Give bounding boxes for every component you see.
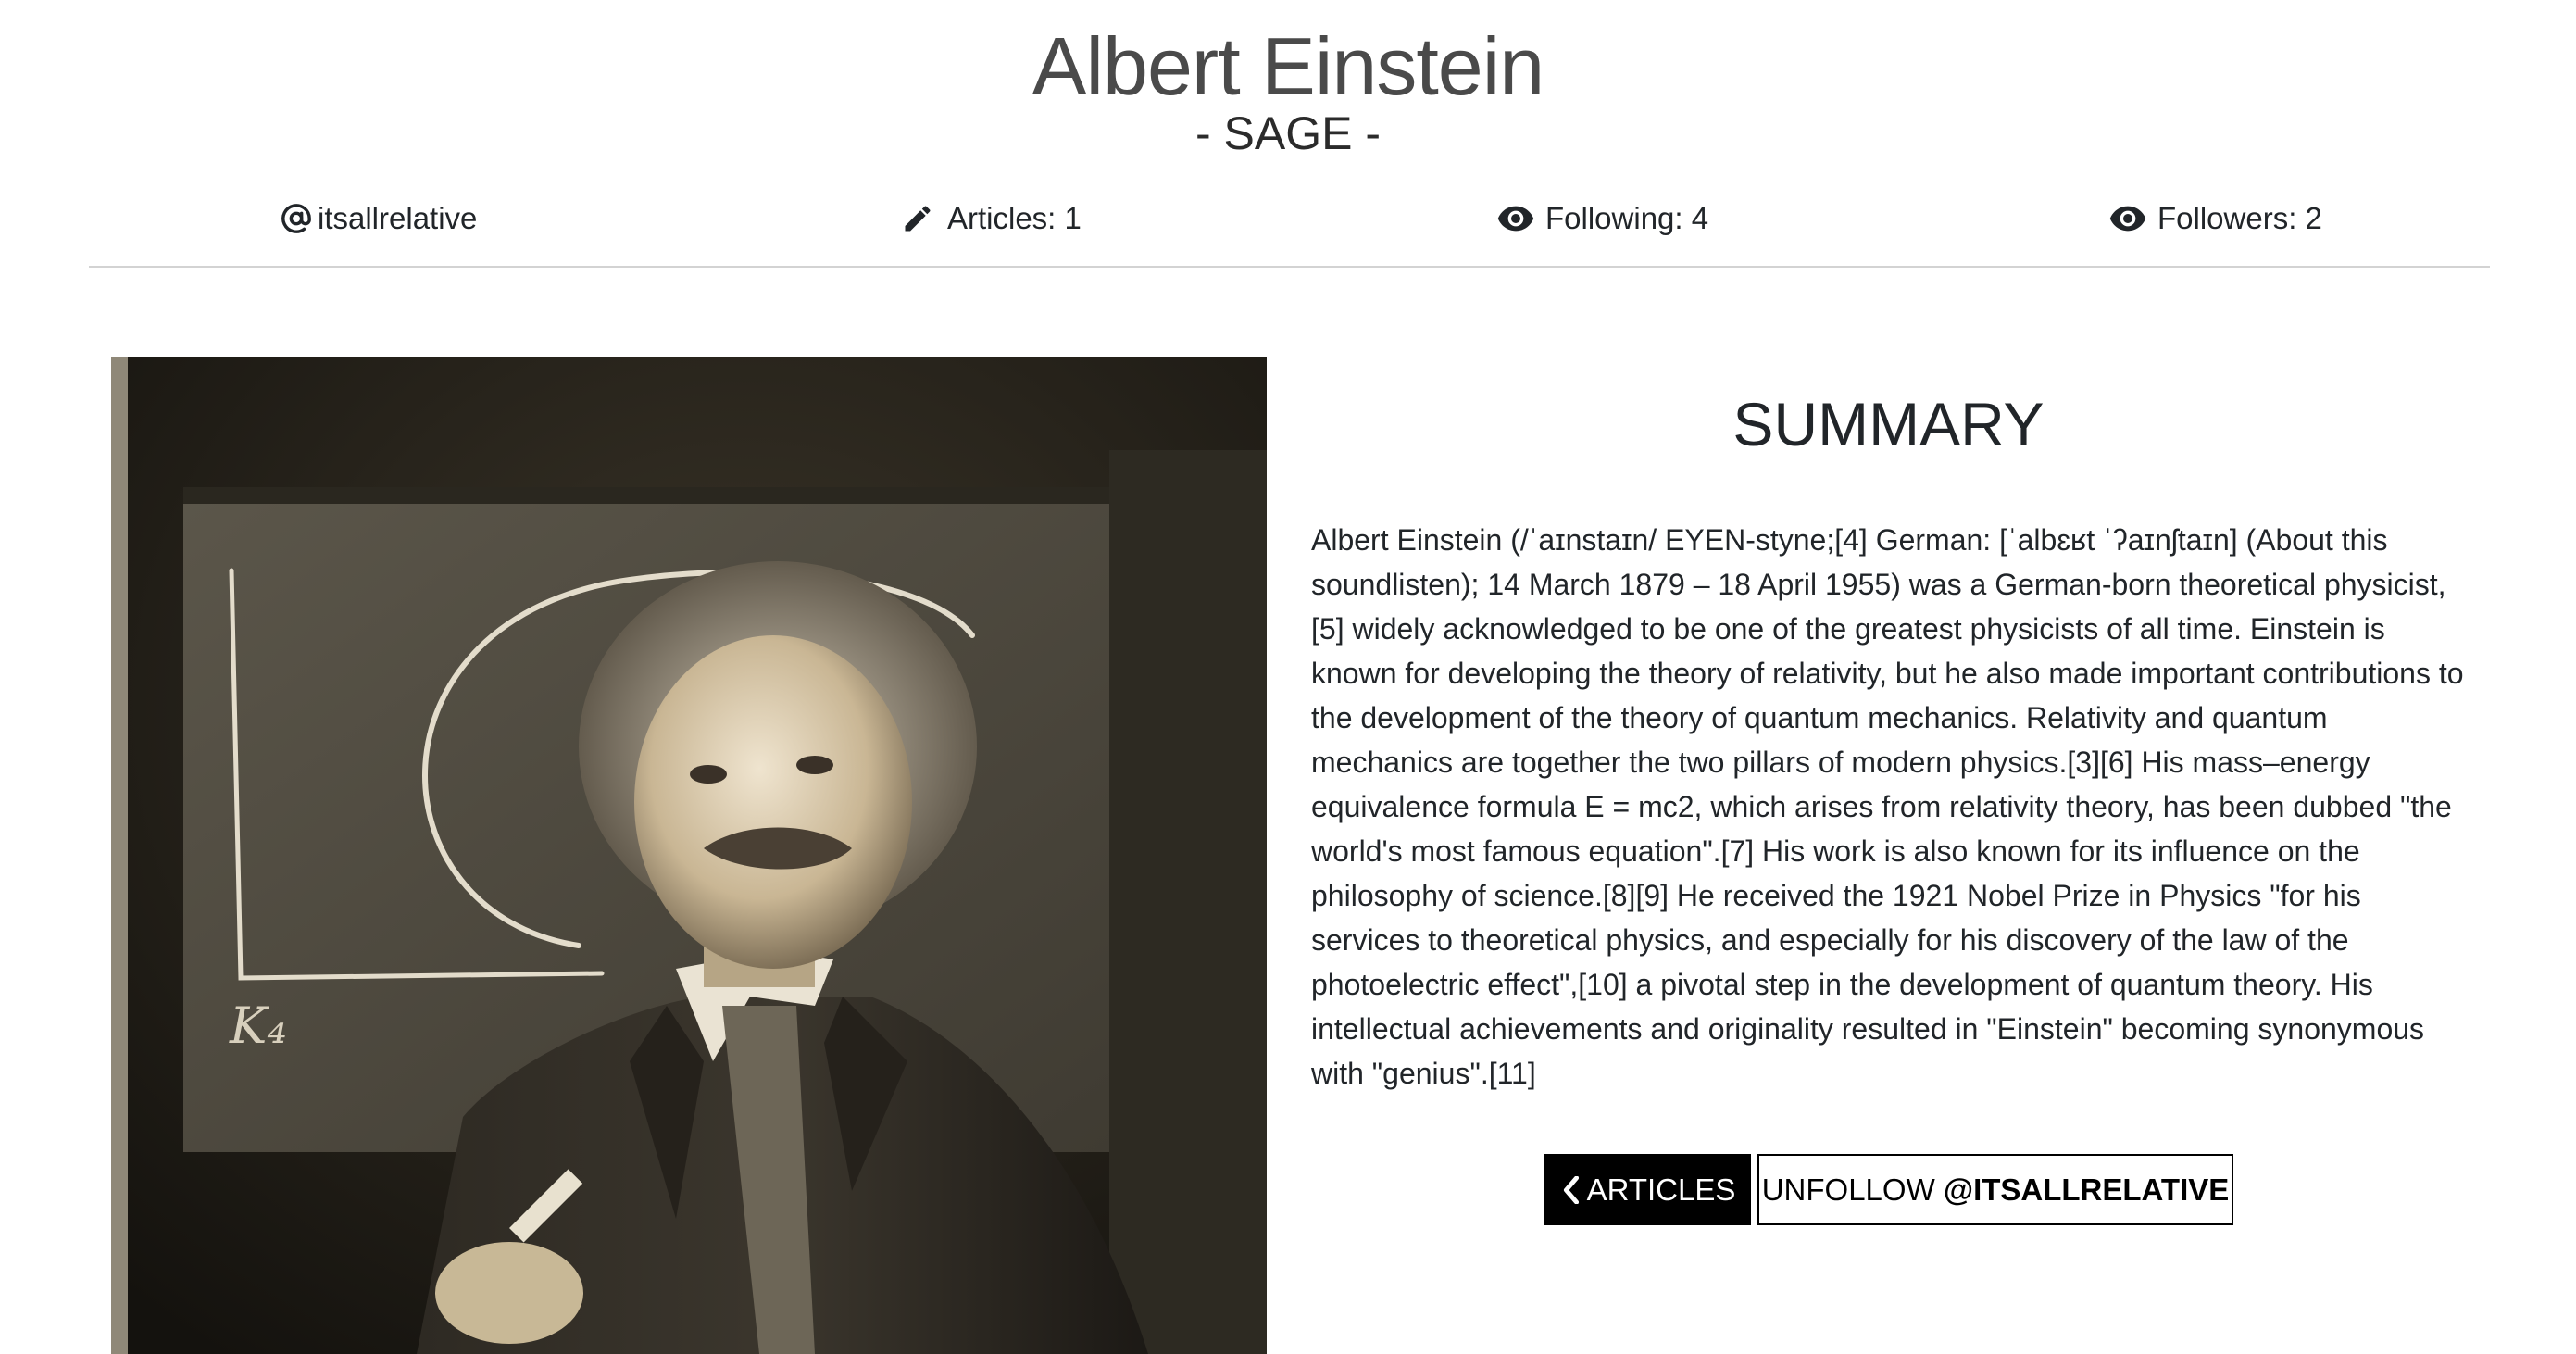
portrait-image: K₄ xyxy=(111,357,1267,1354)
pencil-icon xyxy=(901,202,934,235)
following-count: Following: 4 xyxy=(1545,201,1709,235)
unfollow-button[interactable]: UNFOLLOW @ITSALLRELATIVE xyxy=(1757,1154,2233,1225)
profile-name: Albert Einstein xyxy=(1032,20,1544,112)
summary-title: SUMMARY xyxy=(1732,390,2045,458)
eye-icon xyxy=(2109,205,2146,232)
unfollow-button-prefix: UNFOLLOW xyxy=(1761,1172,1944,1207)
followers-count: Followers: 2 xyxy=(2157,201,2322,235)
articles-button[interactable]: ARTICLES xyxy=(1544,1154,1751,1225)
stat-following[interactable]: Following: 4 xyxy=(1497,193,1708,244)
svg-text:K₄: K₄ xyxy=(229,997,287,1055)
profile-rank: - SAGE - xyxy=(1194,107,1382,159)
stat-handle[interactable]: itsallrelative xyxy=(281,193,477,244)
stat-followers[interactable]: Followers: 2 xyxy=(2109,193,2322,244)
unfollow-button-handle: @ITSALLRELATIVE xyxy=(1943,1172,2230,1207)
eye-icon xyxy=(1497,205,1534,232)
profile-page: Albert Einstein - SAGE - itsallrelative … xyxy=(0,0,2576,1354)
profile-portrait: K₄ xyxy=(111,357,1267,1354)
stat-articles[interactable]: Articles: 1 xyxy=(901,193,1082,244)
at-sign-icon xyxy=(281,203,312,234)
header-divider xyxy=(89,266,2490,268)
profile-stats: itsallrelative Articles: 1 Following: 4 xyxy=(0,193,2576,244)
chevron-left-icon xyxy=(1559,1175,1583,1204)
articles-button-label: ARTICLES xyxy=(1586,1172,1736,1207)
summary-text: Albert Einstein (/ˈaɪnstaɪn/ EYEN-styne;… xyxy=(1311,523,2464,1090)
articles-count: Articles: 1 xyxy=(947,201,1082,235)
handle-text: itsallrelative xyxy=(318,201,478,235)
